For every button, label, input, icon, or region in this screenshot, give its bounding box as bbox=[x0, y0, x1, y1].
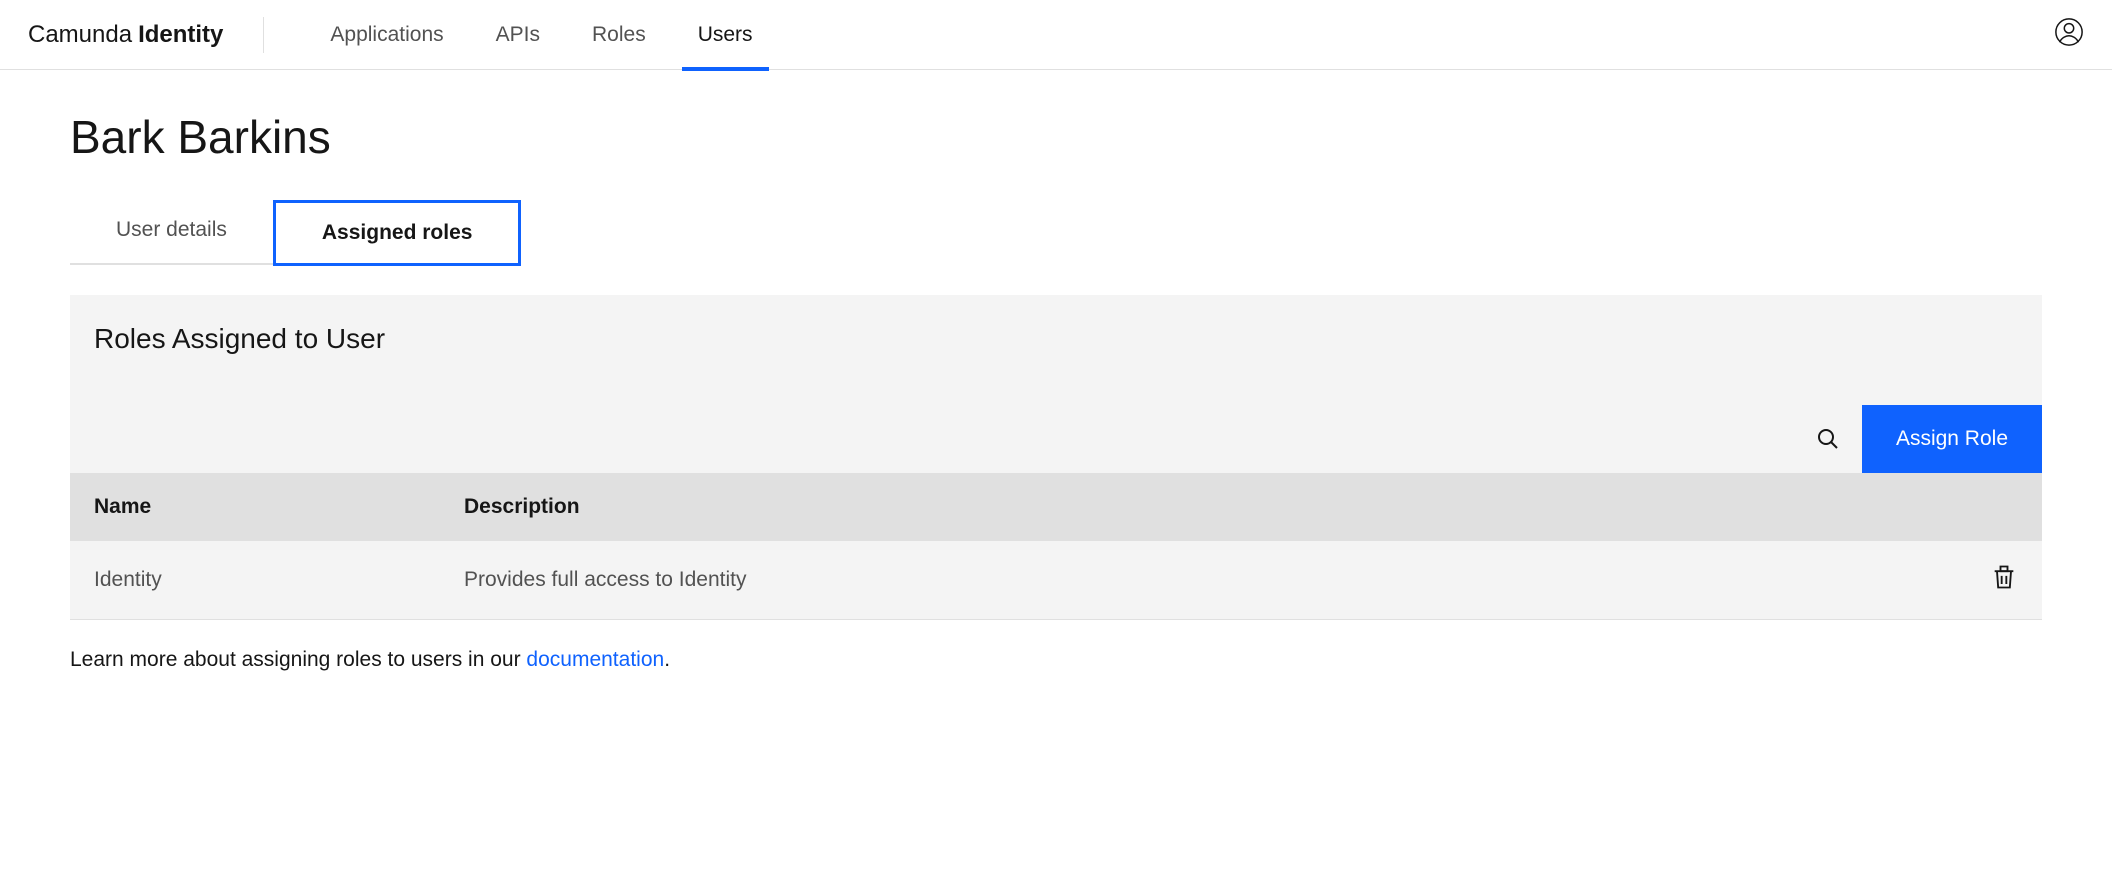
nav-apis[interactable]: APIs bbox=[470, 0, 566, 70]
delete-role-button[interactable] bbox=[1990, 563, 2018, 597]
nav-users[interactable]: Users bbox=[672, 0, 779, 70]
cell-name: Identity bbox=[94, 568, 464, 592]
brand-divider bbox=[263, 17, 264, 53]
col-header-name: Name bbox=[94, 495, 464, 519]
nav-label: Users bbox=[698, 23, 753, 47]
user-avatar-icon bbox=[2054, 17, 2084, 47]
panel-title: Roles Assigned to User bbox=[70, 295, 2042, 365]
footer-suffix: . bbox=[664, 648, 670, 671]
brand-bold: Identity bbox=[138, 21, 223, 49]
brand: Camunda Identity bbox=[28, 21, 263, 49]
documentation-link[interactable]: documentation bbox=[526, 648, 664, 671]
roles-panel: Roles Assigned to User Assign Role Name … bbox=[70, 295, 2042, 620]
assign-role-button[interactable]: Assign Role bbox=[1862, 405, 2042, 473]
tab-assigned-roles[interactable]: Assigned roles bbox=[273, 200, 522, 266]
nav-roles[interactable]: Roles bbox=[566, 0, 672, 70]
search-button[interactable] bbox=[1804, 415, 1852, 463]
top-header: Camunda Identity Applications APIs Roles… bbox=[0, 0, 2112, 70]
footer-prefix: Learn more about assigning roles to user… bbox=[70, 648, 526, 671]
footer-note: Learn more about assigning roles to user… bbox=[70, 620, 2042, 700]
nav-label: APIs bbox=[496, 23, 540, 47]
nav-label: Roles bbox=[592, 23, 646, 47]
col-header-action bbox=[1938, 495, 2018, 519]
table-header: Name Description bbox=[70, 473, 2042, 541]
nav-applications[interactable]: Applications bbox=[304, 0, 469, 70]
tab-user-details[interactable]: User details bbox=[70, 200, 273, 265]
top-nav: Applications APIs Roles Users bbox=[304, 0, 778, 70]
col-header-description: Description bbox=[464, 495, 1938, 519]
nav-label: Applications bbox=[330, 23, 443, 47]
search-icon bbox=[1816, 427, 1840, 451]
page-title: Bark Barkins bbox=[70, 110, 2042, 164]
tab-label: User details bbox=[116, 218, 227, 241]
cell-description: Provides full access to Identity bbox=[464, 568, 1938, 592]
sub-tabs: User details Assigned roles bbox=[70, 200, 2042, 265]
panel-toolbar: Assign Role bbox=[70, 365, 2042, 473]
trash-icon bbox=[1990, 563, 2018, 591]
roles-table: Name Description Identity Provides full … bbox=[70, 473, 2042, 620]
user-avatar-button[interactable] bbox=[2054, 17, 2084, 52]
table-row: Identity Provides full access to Identit… bbox=[70, 541, 2042, 620]
main: Bark Barkins User details Assigned roles… bbox=[0, 70, 2112, 700]
brand-light: Camunda bbox=[28, 21, 132, 49]
tab-label: Assigned roles bbox=[322, 221, 473, 244]
